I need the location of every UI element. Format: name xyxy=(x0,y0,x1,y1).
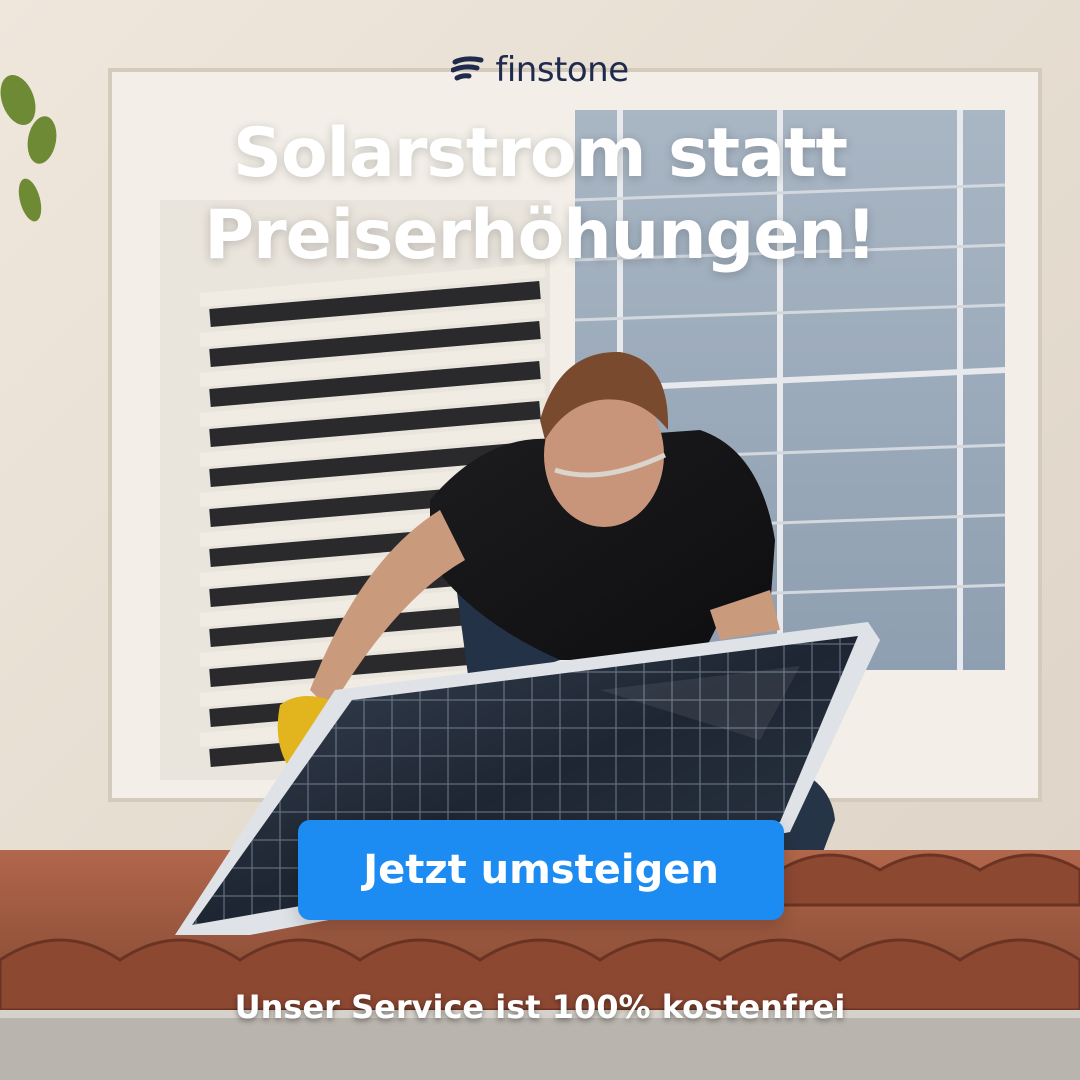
brand-name: finstone xyxy=(495,50,629,90)
headline-line-1: Solarstrom statt xyxy=(232,114,848,193)
cta-button[interactable]: Jetzt umsteigen xyxy=(298,820,784,920)
headline: Solarstrom statt Preiserhöhungen! xyxy=(0,120,1080,270)
brand-logo: finstone xyxy=(0,50,1080,90)
finstone-mark-icon xyxy=(451,56,484,81)
solar-ad-banner: finstone Solarstrom statt Preiserhöhunge… xyxy=(0,0,1080,1080)
service-free-note: Unser Service ist 100% kostenfrei xyxy=(234,988,846,1026)
headline-line-2: Preiserhöhungen! xyxy=(204,196,877,275)
